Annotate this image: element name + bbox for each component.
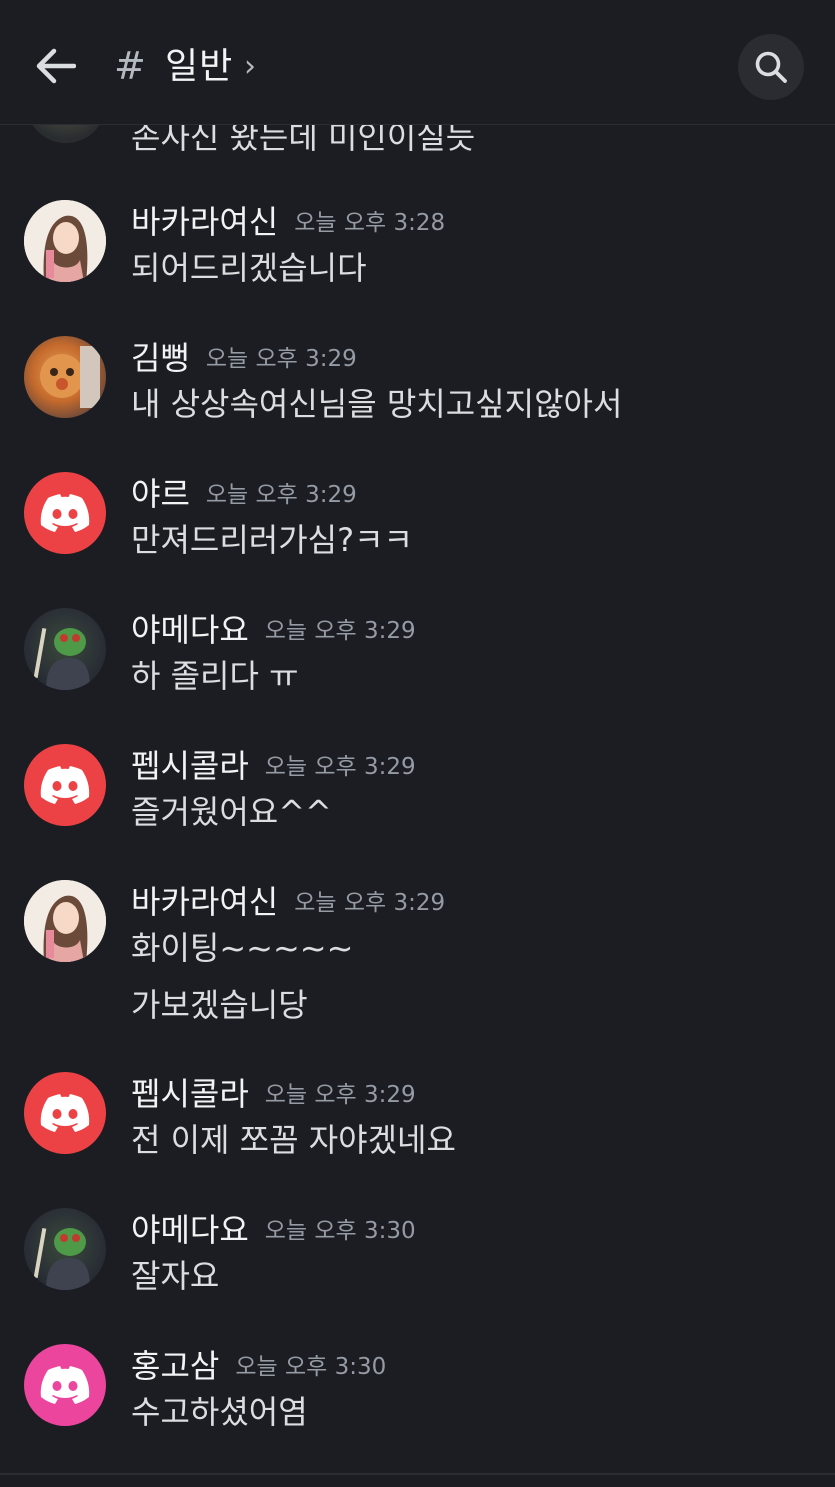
username[interactable]: 야메다요 xyxy=(131,1211,249,1249)
message-header: 펩시콜라 오늘 오후 3:29 xyxy=(131,1074,416,1115)
message-text: 화이팅~~~~~ xyxy=(131,929,354,967)
message-list[interactable]: 손사신 왔는데 미인이실듯 바카라여신 오늘 오후 3:28 되어드리겠습니다 xyxy=(0,125,835,1473)
discord-logo-icon xyxy=(40,494,90,532)
message-header: 야메다요 오늘 오후 3:29 xyxy=(131,610,416,651)
username[interactable]: 야메다요 xyxy=(131,611,249,649)
avatar[interactable] xyxy=(24,744,106,826)
timestamp: 오늘 오후 3:29 xyxy=(205,346,357,372)
avatar[interactable] xyxy=(26,125,106,143)
discord-logo-icon xyxy=(40,766,90,804)
message-text: 전 이제 쪼꼼 자야겠네요 xyxy=(131,1121,456,1159)
avatar[interactable] xyxy=(24,608,106,690)
discord-logo-icon xyxy=(40,1094,90,1132)
message-text: 내 상상속여신님을 망치고싶지않아서 xyxy=(131,385,623,423)
avatar[interactable] xyxy=(24,880,106,962)
search-icon xyxy=(755,51,787,83)
message-header: 김뻥 오늘 오후 3:29 xyxy=(131,338,357,379)
timestamp: 오늘 오후 3:29 xyxy=(264,1082,416,1108)
message-text: 수고하셨어염 xyxy=(131,1393,308,1431)
avatar[interactable] xyxy=(24,1344,106,1426)
message-text: 즐거웠어요^^ xyxy=(131,793,332,831)
timestamp: 오늘 오후 3:30 xyxy=(235,1354,387,1380)
channel-header: # 일반 › xyxy=(0,0,835,125)
message-header: 야메다요 오늘 오후 3:30 xyxy=(131,1210,416,1251)
avatar[interactable] xyxy=(24,1208,106,1290)
message-header: 바카라여신 오늘 오후 3:29 xyxy=(131,882,445,923)
message-text: 하 졸리다 ㅠ xyxy=(131,657,299,695)
message-header: 홍고삼 오늘 오후 3:30 xyxy=(131,1346,386,1387)
timestamp: 오늘 오후 3:29 xyxy=(294,890,446,916)
username[interactable]: 펩시콜라 xyxy=(131,1075,249,1113)
channel-hash-icon: # xyxy=(114,44,146,88)
avatar[interactable] xyxy=(24,336,106,418)
back-button[interactable] xyxy=(30,40,82,92)
username[interactable]: 바카라여신 xyxy=(131,203,278,241)
channel-name[interactable]: 일반 xyxy=(165,40,233,94)
timestamp: 오늘 오후 3:29 xyxy=(264,618,416,644)
message-header: 야르 오늘 오후 3:29 xyxy=(131,474,357,515)
chevron-right-icon[interactable]: › xyxy=(244,44,256,90)
username[interactable]: 바카라여신 xyxy=(131,883,278,921)
message-text: 잘자요 xyxy=(131,1257,220,1295)
avatar[interactable] xyxy=(24,472,106,554)
message-header: 바카라여신 오늘 오후 3:28 xyxy=(131,202,445,243)
timestamp: 오늘 오후 3:30 xyxy=(264,1218,416,1244)
username[interactable]: 김뻥 xyxy=(131,339,190,377)
discord-logo-icon xyxy=(40,1366,90,1404)
timestamp: 오늘 오후 3:28 xyxy=(294,210,446,236)
message-text: 손사신 왔는데 미인이실듯 xyxy=(131,125,476,156)
message-header: 펩시콜라 오늘 오후 3:29 xyxy=(131,746,416,787)
timestamp: 오늘 오후 3:29 xyxy=(264,754,416,780)
message-text: 만져드리러가심?ㅋㅋ xyxy=(131,521,413,559)
message-text: 가보겠습니당 xyxy=(131,986,308,1024)
username[interactable]: 펩시콜라 xyxy=(131,747,249,785)
avatar[interactable] xyxy=(24,1072,106,1154)
timestamp: 오늘 오후 3:29 xyxy=(205,482,357,508)
message-text: 되어드리겠습니다 xyxy=(131,249,367,287)
arrow-left-icon xyxy=(36,48,76,84)
username[interactable]: 야르 xyxy=(131,475,190,513)
avatar[interactable] xyxy=(24,200,106,282)
username[interactable]: 홍고삼 xyxy=(131,1347,219,1385)
search-button[interactable] xyxy=(738,34,804,100)
